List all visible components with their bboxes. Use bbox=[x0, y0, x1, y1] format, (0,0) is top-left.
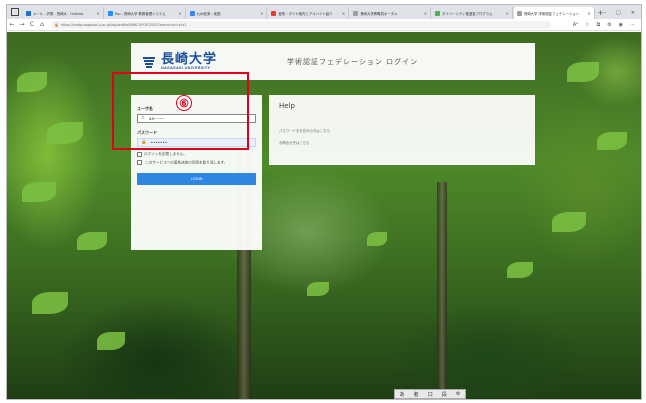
url-text: https://nuidp.nagasaki-u.ac.jp/idp/profi… bbox=[60, 22, 187, 27]
url-field[interactable]: 🔒 https://nuidp.nagasaki-u.ac.jp/idp/pro… bbox=[51, 20, 551, 29]
collections-icon[interactable]: ⧉ bbox=[597, 22, 601, 28]
leaf bbox=[22, 182, 56, 202]
forward-button[interactable]: → bbox=[17, 21, 27, 28]
tab-favicon-icon bbox=[189, 10, 195, 16]
tab-label: ダイバーシティ推進室プログラム bbox=[442, 11, 493, 16]
maximize-button[interactable]: □ bbox=[616, 7, 621, 19]
more-menu-icon[interactable]: ⋯ bbox=[630, 22, 635, 28]
tab-item[interactable]: メール - 沢塚 - 長崎大 - Outlook × bbox=[23, 7, 104, 19]
leaf bbox=[552, 212, 586, 232]
tab-label: 差別・ダイヤ案内とアルバイト紹介 bbox=[278, 11, 333, 16]
tab-label: 九州経済 - 地図 bbox=[196, 11, 221, 16]
leaf bbox=[97, 332, 125, 350]
tab-favicon-icon bbox=[107, 10, 113, 16]
tab-close-icon[interactable]: × bbox=[96, 11, 99, 16]
tab-item[interactable]: 九州経済 - 地図 × bbox=[187, 7, 268, 19]
page-title: 学術認証フェデレーション ログイン bbox=[287, 57, 419, 66]
window-controls: – □ × bbox=[604, 7, 641, 19]
remember-label: ログインを記憶しません。 bbox=[144, 152, 188, 156]
tab-favicon-icon bbox=[25, 10, 31, 16]
tab-item[interactable]: 差別・ダイヤ案内とアルバイト紹介 × bbox=[268, 7, 350, 19]
login-button[interactable]: LOGIN bbox=[137, 172, 256, 185]
ime-mode-button[interactable]: あ bbox=[400, 391, 405, 398]
leaf bbox=[32, 292, 68, 314]
tab-close-icon[interactable]: × bbox=[506, 11, 509, 16]
tab-favicon-icon bbox=[271, 10, 277, 16]
annotation-step-number: ⑥ bbox=[176, 95, 192, 111]
tab-close-icon[interactable]: × bbox=[587, 11, 590, 16]
extensions-icon[interactable]: ⚙ bbox=[607, 22, 611, 28]
leaf bbox=[597, 132, 627, 150]
ime-pad-button[interactable]: 口 bbox=[428, 391, 433, 398]
tab-item[interactable]: Top - 長崎大学 教務管理システム × bbox=[105, 7, 186, 19]
tab-label: Top - 長崎大学 教務管理システム bbox=[114, 11, 166, 16]
ime-settings-icon[interactable]: ⚙ bbox=[456, 391, 460, 397]
ime-toolbar: あ 者 口 段 ⚙ bbox=[394, 389, 466, 399]
contact-link[interactable]: お問合せ先はこちら bbox=[279, 140, 525, 145]
read-aloud-icon[interactable]: Aᵃ bbox=[573, 22, 578, 28]
favorite-star-icon[interactable]: ☆ bbox=[585, 22, 589, 28]
tab-close-icon[interactable]: × bbox=[424, 11, 427, 16]
university-emblem-icon bbox=[141, 54, 157, 70]
tab-label: メール - 沢塚 - 長崎大 - Outlook bbox=[32, 11, 84, 16]
browser-toolbar-icons: Aᵃ ☆ ⧉ ⚙ ◉ ⋯ bbox=[573, 22, 641, 28]
leaf bbox=[77, 232, 107, 250]
tab-label: 長崎大学教職員ポータル bbox=[360, 11, 398, 16]
leaf bbox=[307, 282, 329, 296]
leaf bbox=[17, 72, 47, 92]
ime-dictionary-button[interactable]: 者 bbox=[414, 391, 419, 398]
tab-close-icon[interactable]: × bbox=[178, 11, 181, 16]
help-panel: Help パスワードをお忘れの方はこちら お問合せ先はこちら bbox=[269, 95, 535, 165]
back-button[interactable]: ← bbox=[7, 21, 17, 28]
remember-checkbox[interactable] bbox=[137, 152, 142, 157]
ime-tool-button[interactable]: 段 bbox=[442, 391, 447, 398]
help-title: Help bbox=[279, 102, 295, 110]
page-background: 長崎大学 NAGASAKI UNIVERSITY 学術認証フェデレーション ログ… bbox=[7, 32, 641, 399]
tab-favicon-icon bbox=[435, 10, 441, 16]
leaf bbox=[367, 232, 387, 246]
tree-trunk bbox=[437, 182, 447, 399]
tab-bar: メール - 沢塚 - 長崎大 - Outlook × Top - 長崎大学 教務管… bbox=[7, 5, 641, 19]
tab-favicon-icon bbox=[516, 10, 522, 16]
consent-revoke: このサービスへの属性送信の同意を取り消します。 bbox=[137, 160, 256, 166]
home-button[interactable]: ⌂ bbox=[37, 21, 47, 28]
annotation-highlight-box bbox=[112, 72, 249, 150]
browser-window: メール - 沢塚 - 長崎大 - Outlook × Top - 長崎大学 教務管… bbox=[6, 4, 642, 400]
lock-icon: 🔒 bbox=[54, 22, 59, 27]
tab-item-active[interactable]: 長崎大学 学術認証フェデレーション × bbox=[513, 7, 595, 19]
tab-item[interactable]: ダイバーシティ推進室プログラム × bbox=[432, 7, 513, 19]
tab-favicon-icon bbox=[353, 10, 359, 16]
close-window-button[interactable]: × bbox=[631, 7, 635, 19]
minimize-button[interactable]: – bbox=[604, 7, 607, 19]
tab-label: 長崎大学 学術認証フェデレーション bbox=[523, 11, 580, 16]
address-bar: ← → C ⌂ 🔒 https://nuidp.nagasaki-u.ac.jp… bbox=[7, 19, 641, 31]
logo-text-jp: 長崎大学 bbox=[161, 52, 218, 67]
leaf bbox=[47, 122, 83, 144]
forgot-password-link[interactable]: パスワードをお忘れの方はこちら bbox=[279, 128, 525, 133]
window-menu-icon[interactable] bbox=[11, 8, 19, 16]
consent-checkbox[interactable] bbox=[137, 160, 142, 165]
logo-text-en: NAGASAKI UNIVERSITY bbox=[161, 66, 211, 70]
consent-label: このサービスへの属性送信の同意を取り消します。 bbox=[145, 160, 228, 165]
remember-row: ログインを記憶しません。 bbox=[137, 152, 256, 157]
university-logo: 長崎大学 NAGASAKI UNIVERSITY bbox=[141, 53, 217, 70]
reload-button[interactable]: C bbox=[27, 21, 37, 28]
profile-icon[interactable]: ◉ bbox=[619, 22, 623, 28]
tab-item[interactable]: 長崎大学教職員ポータル × bbox=[350, 7, 432, 19]
tab-close-icon[interactable]: × bbox=[260, 11, 263, 16]
tab-close-icon[interactable]: × bbox=[342, 11, 345, 16]
leaf bbox=[567, 62, 599, 82]
leaf bbox=[507, 262, 533, 278]
